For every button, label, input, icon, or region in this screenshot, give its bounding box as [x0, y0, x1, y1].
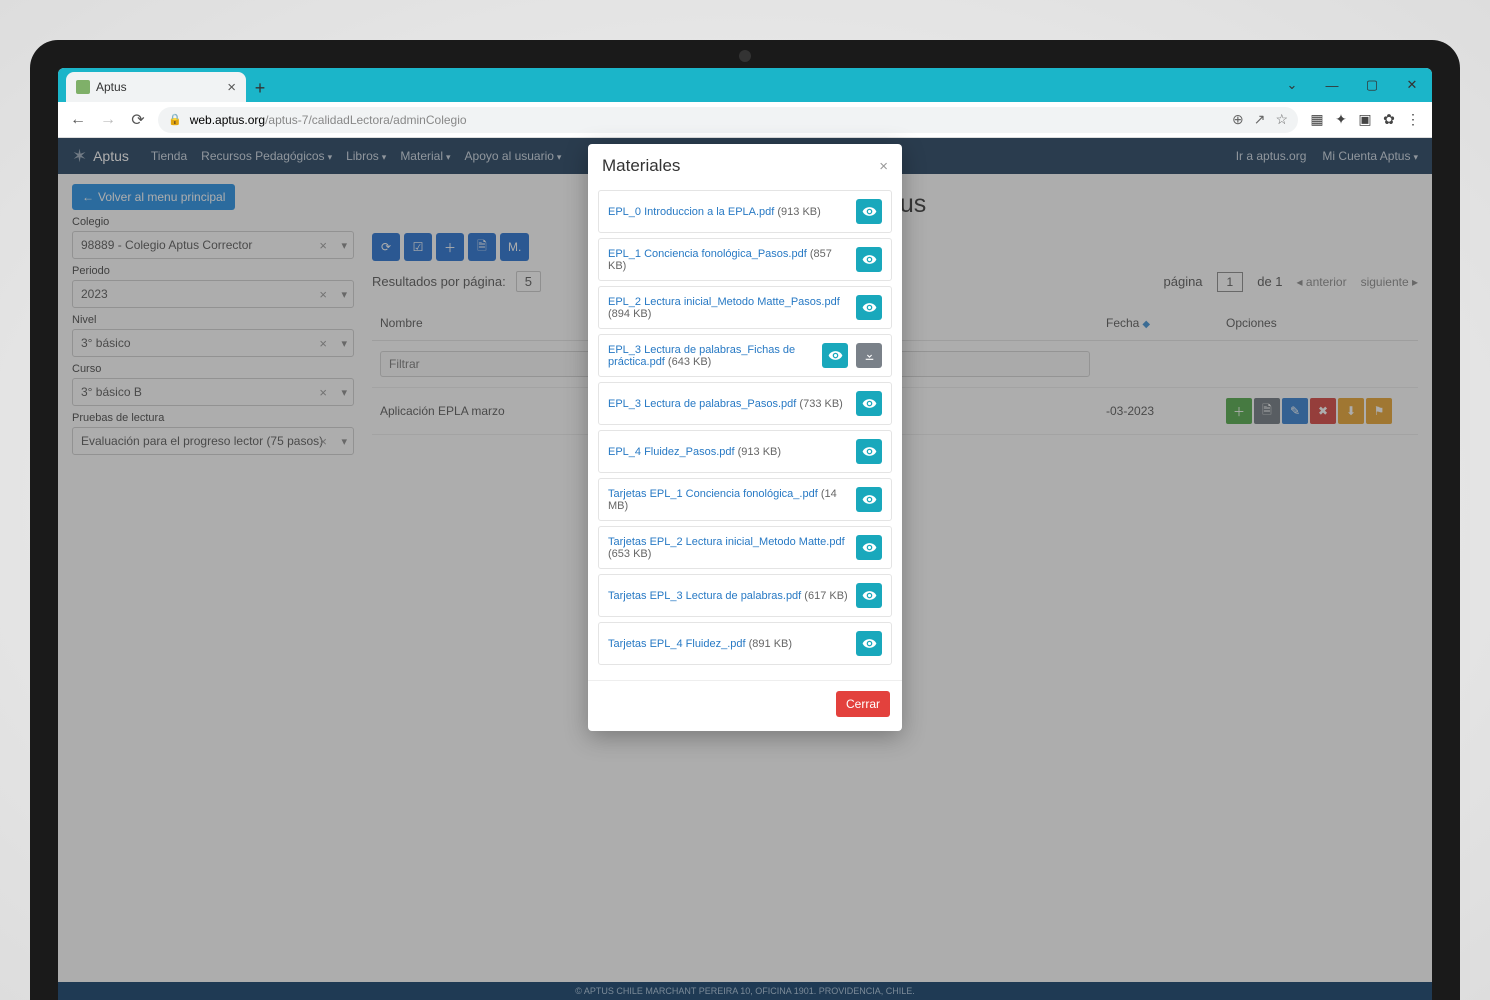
modal-close-icon[interactable]: ×	[879, 158, 888, 175]
window-minimize-button[interactable]: —	[1312, 68, 1352, 102]
reload-button[interactable]: ⟳	[128, 110, 148, 130]
material-item: EPL_0 Introduccion a la EPLA.pdf (913 KB…	[598, 190, 892, 233]
material-filename: EPL_1 Conciencia fonológica_Pasos.pdf (8…	[608, 248, 848, 272]
window-close-button[interactable]: ✕	[1392, 68, 1432, 102]
url-domain: web.aptus.org	[190, 113, 265, 127]
browser-toolbar: ← → ⟳ 🔒 web.aptus.org/aptus-7/calidadLec…	[58, 102, 1432, 138]
view-button[interactable]	[856, 631, 882, 656]
material-filename: Tarjetas EPL_1 Conciencia fonológica_.pd…	[608, 488, 848, 512]
modal-title: Materiales	[602, 156, 680, 176]
puzzle-icon[interactable]: ✦	[1332, 111, 1350, 129]
view-button[interactable]	[856, 391, 882, 416]
material-filename: Tarjetas EPL_2 Lectura inicial_Metodo Ma…	[608, 536, 848, 560]
material-item: Tarjetas EPL_3 Lectura de palabras.pdf (…	[598, 574, 892, 617]
view-button[interactable]	[856, 439, 882, 464]
view-button[interactable]	[856, 487, 882, 512]
back-button[interactable]: ←	[68, 110, 88, 130]
material-item: Tarjetas EPL_2 Lectura inicial_Metodo Ma…	[598, 526, 892, 569]
forward-button[interactable]: →	[98, 110, 118, 130]
extension-icon[interactable]: ▦	[1308, 111, 1326, 129]
material-item: EPL_1 Conciencia fonológica_Pasos.pdf (8…	[598, 238, 892, 281]
zoom-icon[interactable]: ⊕	[1232, 111, 1244, 128]
tab-title: Aptus	[96, 80, 127, 94]
browser-tab[interactable]: Aptus ×	[66, 72, 246, 102]
material-filename: EPL_0 Introduccion a la EPLA.pdf (913 KB…	[608, 206, 848, 218]
material-item: Tarjetas EPL_4 Fluidez_.pdf (891 KB)	[598, 622, 892, 665]
address-bar[interactable]: 🔒 web.aptus.org/aptus-7/calidadLectora/a…	[158, 107, 1298, 133]
view-button[interactable]	[856, 535, 882, 560]
material-filename: EPL_3 Lectura de palabras_Fichas de prác…	[608, 344, 814, 368]
material-filename: EPL_4 Fluidez_Pasos.pdf (913 KB)	[608, 446, 848, 458]
close-tab-icon[interactable]: ×	[227, 79, 236, 96]
material-filename: EPL_3 Lectura de palabras_Pasos.pdf (733…	[608, 398, 848, 410]
material-item: EPL_4 Fluidez_Pasos.pdf (913 KB)	[598, 430, 892, 473]
download-button[interactable]	[856, 343, 882, 368]
new-tab-button[interactable]: +	[246, 74, 274, 102]
material-filename: Tarjetas EPL_4 Fluidez_.pdf (891 KB)	[608, 638, 848, 650]
material-item: EPL_2 Lectura inicial_Metodo Matte_Pasos…	[598, 286, 892, 329]
material-filename: EPL_2 Lectura inicial_Metodo Matte_Pasos…	[608, 296, 848, 320]
view-button[interactable]	[856, 247, 882, 272]
lock-icon: 🔒	[168, 113, 182, 126]
extension-icon[interactable]: ▣	[1356, 111, 1374, 129]
chevron-down-icon[interactable]: ⌄	[1272, 68, 1312, 102]
view-button[interactable]	[856, 583, 882, 608]
material-item: Tarjetas EPL_1 Conciencia fonológica_.pd…	[598, 478, 892, 521]
browser-tabbar: Aptus × + ⌄ — ▢ ✕	[58, 68, 1432, 102]
materials-modal: Materiales × EPL_0 Introduccion a la EPL…	[588, 144, 902, 731]
material-filename: Tarjetas EPL_3 Lectura de palabras.pdf (…	[608, 590, 848, 602]
url-path: /aptus-7/calidadLectora/adminColegio	[265, 113, 466, 127]
window-maximize-button[interactable]: ▢	[1352, 68, 1392, 102]
view-button[interactable]	[856, 295, 882, 320]
star-icon[interactable]: ☆	[1275, 111, 1288, 128]
favicon-icon	[76, 80, 90, 94]
laptop-camera	[739, 50, 751, 62]
view-button[interactable]	[822, 343, 848, 368]
view-button[interactable]	[856, 199, 882, 224]
extension-icon[interactable]: ✿	[1380, 111, 1398, 129]
material-item: EPL_3 Lectura de palabras_Pasos.pdf (733…	[598, 382, 892, 425]
modal-close-button[interactable]: Cerrar	[836, 691, 890, 717]
material-item: EPL_3 Lectura de palabras_Fichas de prác…	[598, 334, 892, 377]
share-icon[interactable]: ↗	[1254, 111, 1266, 128]
menu-icon[interactable]: ⋮	[1404, 111, 1422, 129]
